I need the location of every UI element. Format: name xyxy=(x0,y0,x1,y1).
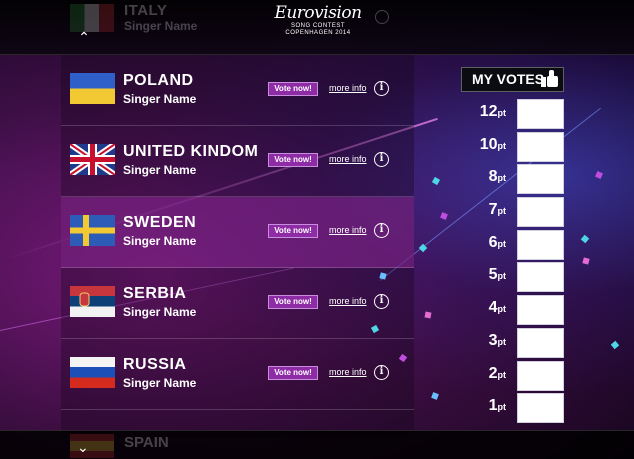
info-icon[interactable]: i xyxy=(374,294,389,309)
vote-now-button[interactable]: Vote now! xyxy=(268,153,318,167)
vote-slot-8[interactable] xyxy=(517,164,564,195)
singer-name: Singer Name xyxy=(123,163,197,177)
singer-name: Singer Name xyxy=(123,305,197,319)
country-row-poland[interactable]: POLAND Singer Name Vote now! more info i xyxy=(61,55,414,126)
points-row-10: 10pt xyxy=(461,130,564,163)
vote-slot-4[interactable] xyxy=(517,295,564,326)
confetti-decor xyxy=(418,243,428,253)
country-list: POLAND Singer Name Vote now! more info i… xyxy=(61,55,414,438)
country-row-serbia[interactable]: SERBIA Singer Name Vote now! more info i xyxy=(61,268,414,339)
logo-wordmark: Eurovision xyxy=(274,3,362,23)
points-row-8: 8pt xyxy=(461,162,564,195)
more-info-link[interactable]: more info xyxy=(329,83,367,93)
more-info-link[interactable]: more info xyxy=(329,296,367,306)
my-votes-title: MY VOTES xyxy=(461,67,564,92)
points-label: 4pt xyxy=(488,299,506,317)
my-votes-label: MY VOTES xyxy=(472,71,545,87)
points-list: 12pt 10pt 8pt 7pt 6pt 5pt 4pt 3pt 2pt 1p… xyxy=(461,97,564,424)
points-label: 6pt xyxy=(488,233,506,251)
info-icon[interactable]: i xyxy=(374,365,389,380)
vote-slot-1[interactable] xyxy=(517,393,564,424)
points-row-4: 4pt xyxy=(461,293,564,326)
vote-now-button[interactable]: Vote now! xyxy=(268,366,318,380)
points-row-3: 3pt xyxy=(461,326,564,359)
points-row-6: 6pt xyxy=(461,228,564,261)
confetti-decor xyxy=(610,340,620,350)
points-label: 1pt xyxy=(488,397,506,415)
flag-serbia-icon xyxy=(70,286,115,317)
country-name: SWEDEN xyxy=(123,214,197,231)
flag-sweden-icon xyxy=(70,215,115,246)
vote-now-button[interactable]: Vote now! xyxy=(268,295,318,309)
vote-slot-3[interactable] xyxy=(517,327,564,358)
country-name: UNITED KINDOM xyxy=(123,143,259,160)
singer-name: Singer Name xyxy=(123,234,197,248)
confetti-decor xyxy=(580,234,590,244)
confetti-decor xyxy=(595,171,603,179)
more-info-link[interactable]: more info xyxy=(329,367,367,377)
scroll-up-icon[interactable]: ⌃ xyxy=(77,30,91,44)
points-label: 3pt xyxy=(488,331,506,349)
country-name: RUSSIA xyxy=(123,356,187,373)
country-name: SPAIN xyxy=(124,434,169,451)
vote-slot-5[interactable] xyxy=(517,262,564,293)
vote-slot-12[interactable] xyxy=(517,99,564,129)
vote-slot-2[interactable] xyxy=(517,360,564,391)
singer-name: Singer Name xyxy=(123,92,197,106)
logo-subtitle: SONG CONTEST xyxy=(290,23,345,29)
more-info-link[interactable]: more info xyxy=(329,154,367,164)
info-icon[interactable]: i xyxy=(374,81,389,96)
more-info-link[interactable]: more info xyxy=(329,225,367,235)
country-name: SERBIA xyxy=(123,285,187,302)
country-name: ITALY xyxy=(124,2,168,19)
vote-slot-10[interactable] xyxy=(517,131,564,162)
confetti-decor xyxy=(440,212,448,220)
confetti-decor xyxy=(424,311,432,319)
info-icon[interactable]: i xyxy=(374,223,389,238)
country-row-sweden[interactable]: SWEDEN Singer Name Vote now! more info i xyxy=(61,197,414,268)
singer-name: Singer Name xyxy=(123,376,197,390)
points-row-2: 2pt xyxy=(461,359,564,392)
country-row-russia[interactable]: RUSSIA Singer Name Vote now! more info i xyxy=(61,339,414,410)
header: ITALY Singer Name ⌃ Eurovision SONG CONT… xyxy=(0,0,634,55)
confetti-decor xyxy=(582,257,590,265)
confetti-decor xyxy=(431,392,439,400)
flag-ukraine-icon xyxy=(70,73,115,104)
my-votes-panel: MY VOTES 12pt 10pt 8pt 7pt 6pt 5pt 4pt 3… xyxy=(461,67,564,424)
points-label: 2pt xyxy=(488,364,506,382)
points-label: 8pt xyxy=(488,168,506,186)
vote-now-button[interactable]: Vote now! xyxy=(268,82,318,96)
points-row-5: 5pt xyxy=(461,260,564,293)
vote-slot-6[interactable] xyxy=(517,229,564,260)
info-icon xyxy=(375,10,389,24)
points-label: 5pt xyxy=(488,266,506,284)
vote-now-button[interactable]: Vote now! xyxy=(268,224,318,238)
flag-italy-icon xyxy=(70,3,114,32)
eurovision-logo: Eurovision SONG CONTEST COPENHAGEN 2014 xyxy=(268,3,368,45)
points-label: 7pt xyxy=(488,201,506,219)
points-label: 10pt xyxy=(479,135,506,153)
points-row-12: 12pt xyxy=(461,97,564,130)
points-row-1: 1pt xyxy=(461,391,564,424)
logo-location: COPENHAGEN 2014 xyxy=(285,30,351,36)
flag-uk-icon xyxy=(70,144,115,175)
confetti-decor xyxy=(431,176,441,186)
points-label: 12pt xyxy=(479,103,506,120)
points-row-7: 7pt xyxy=(461,195,564,228)
info-icon[interactable]: i xyxy=(374,152,389,167)
thumbs-up-icon xyxy=(541,70,559,88)
vote-slot-7[interactable] xyxy=(517,197,564,228)
country-row-united-kingdom[interactable]: UNITED KINDOM Singer Name Vote now! more… xyxy=(61,126,414,197)
singer-name: Singer Name xyxy=(124,19,198,33)
country-name: POLAND xyxy=(123,72,194,89)
flag-russia-icon xyxy=(70,357,115,388)
scroll-down-icon[interactable]: ⌄ xyxy=(77,440,89,454)
